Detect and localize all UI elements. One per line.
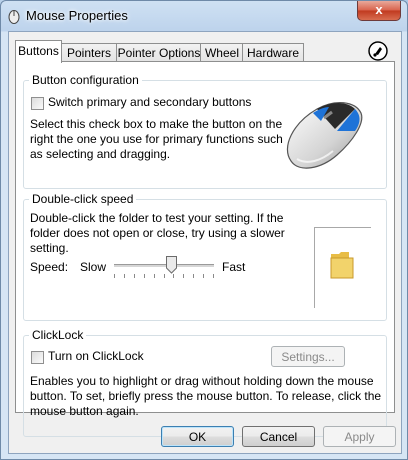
clicklock-desc-1: Enables you to highlight or drag without… xyxy=(30,374,374,388)
window-title: Mouse Properties xyxy=(26,8,128,23)
button-config-desc-3: as selecting and dragging. xyxy=(30,147,171,161)
tab-hardware[interactable]: Hardware xyxy=(242,43,304,62)
slider-thumb[interactable] xyxy=(166,256,177,274)
slider-tick xyxy=(193,274,194,278)
slider-tick xyxy=(213,274,214,278)
slider-tick xyxy=(134,274,135,278)
slider-tick xyxy=(144,274,145,278)
button-configuration-group: Button configuration Switch primary and … xyxy=(23,73,387,189)
button-config-desc-2: right the one you use for primary functi… xyxy=(30,132,283,146)
slider-tick xyxy=(114,274,115,278)
apply-button[interactable]: Apply xyxy=(323,426,396,447)
slider-tick xyxy=(124,274,125,278)
ok-button[interactable]: OK xyxy=(161,426,234,447)
slider-track xyxy=(114,264,214,267)
tab-buttons[interactable]: Buttons xyxy=(15,40,62,63)
slider-tick xyxy=(203,274,204,278)
group-title: Double-click speed xyxy=(29,192,137,206)
tab-pointer-options[interactable]: Pointer Options xyxy=(116,43,202,62)
mouse-app-icon xyxy=(8,10,20,24)
slider-tick xyxy=(154,274,155,278)
clicklock-desc-3: mouse button again. xyxy=(30,404,139,418)
mouse-properties-window: Mouse Properties x Buttons Pointers Poin… xyxy=(0,0,408,460)
double-click-speed-slider[interactable] xyxy=(114,255,214,281)
double-click-desc-1: Double-click the folder to test your set… xyxy=(30,211,284,225)
mouse-help-icon xyxy=(368,41,388,61)
test-folder-area[interactable] xyxy=(314,227,371,308)
clicklock-checkbox[interactable] xyxy=(31,351,44,364)
button-config-desc-1: Select this check box to make the button… xyxy=(30,117,283,131)
slider-tick xyxy=(164,274,165,278)
tab-wheel[interactable]: Wheel xyxy=(200,43,244,62)
dialog-client: Buttons Pointers Pointer Options Wheel H… xyxy=(8,31,402,454)
switch-buttons-label[interactable]: Switch primary and secondary buttons xyxy=(48,95,251,110)
double-click-desc-2: folder does not open or close, try using… xyxy=(30,226,285,240)
close-button[interactable]: x xyxy=(357,1,401,21)
speed-label: Speed: xyxy=(30,260,69,274)
mouse-image xyxy=(286,102,363,169)
cancel-button[interactable]: Cancel xyxy=(242,426,315,447)
double-click-speed-group: Double-click speed Double-click the fold… xyxy=(23,192,387,321)
switch-buttons-checkbox[interactable] xyxy=(31,97,44,110)
group-title: ClickLock xyxy=(29,328,87,342)
clicklock-desc-2: button. To set, briefly press the mouse … xyxy=(30,389,382,403)
slow-label: Slow xyxy=(80,260,107,274)
fast-label: Fast xyxy=(222,260,246,274)
slider-tick xyxy=(173,274,174,278)
double-click-desc-3: setting. xyxy=(30,241,69,255)
clicklock-group: ClickLock Turn on ClickLock Settings... … xyxy=(23,328,387,437)
clicklock-settings-button[interactable]: Settings... xyxy=(271,346,345,367)
title-bar[interactable]: Mouse Properties x xyxy=(1,1,407,31)
clicklock-label[interactable]: Turn on ClickLock xyxy=(48,349,144,364)
group-title: Button configuration xyxy=(29,73,142,87)
buttons-tab-panel: Button configuration Switch primary and … xyxy=(15,61,395,437)
folder-icon[interactable] xyxy=(329,250,355,280)
close-icon: x xyxy=(375,2,383,17)
slider-tick xyxy=(183,274,184,278)
tab-pointers[interactable]: Pointers xyxy=(60,43,118,62)
